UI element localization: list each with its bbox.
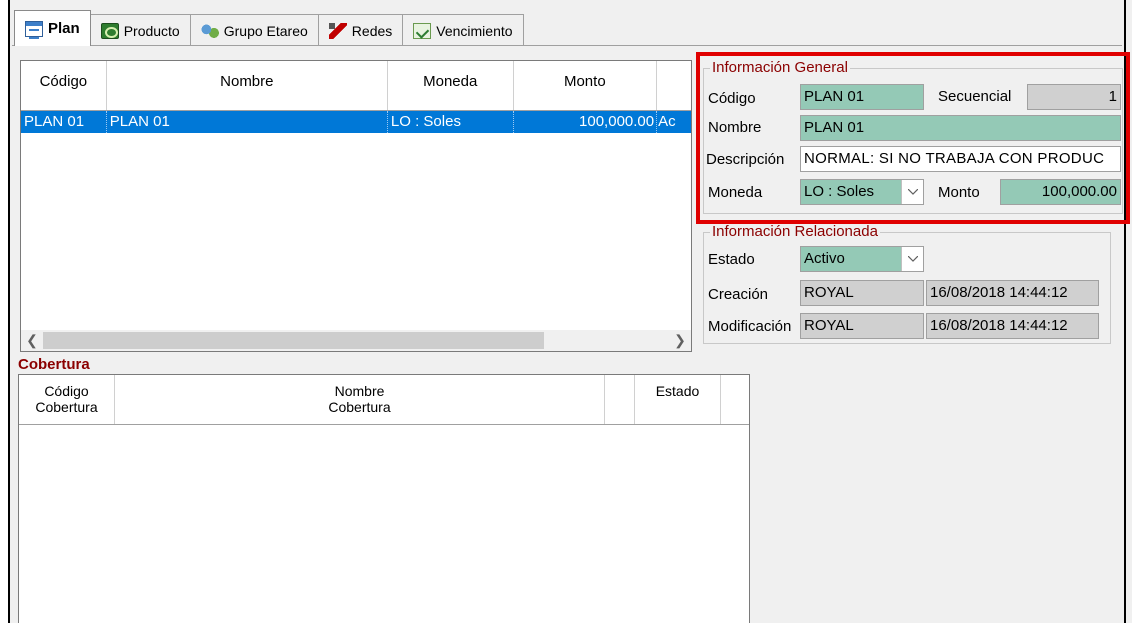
creacion-date-field: 16/08/2018 14:44:12 bbox=[926, 280, 1099, 306]
tab-producto-label: Producto bbox=[123, 22, 180, 39]
column-header-codigo-line2: Cobertura bbox=[35, 399, 98, 415]
column-header-estado[interactable]: Estado bbox=[635, 375, 721, 424]
estado-dropdown-icon[interactable] bbox=[901, 247, 923, 271]
column-header-moneda[interactable]: Moneda bbox=[388, 61, 514, 110]
cobertura-grid[interactable]: Código Cobertura Nombre Cobertura Estado bbox=[18, 374, 750, 623]
column-header-monto[interactable]: Monto bbox=[514, 61, 658, 110]
creacion-label: Creación bbox=[708, 286, 769, 303]
cell-moneda: LO : Soles bbox=[388, 111, 514, 133]
cell-codigo: PLAN 01 bbox=[21, 111, 107, 133]
product-icon bbox=[100, 22, 119, 39]
tab-grupo-etareo[interactable]: Grupo Etareo bbox=[189, 14, 319, 46]
cobertura-title: Cobertura bbox=[18, 356, 90, 373]
tab-vencimiento[interactable]: Vencimiento bbox=[402, 14, 524, 46]
modificacion-user-field: ROYAL bbox=[800, 313, 924, 339]
tab-producto[interactable]: Producto bbox=[89, 14, 191, 46]
network-icon bbox=[328, 22, 347, 39]
cell-nombre: PLAN 01 bbox=[107, 111, 388, 133]
cell-monto: 100,000.00 bbox=[514, 111, 658, 133]
table-row[interactable]: PLAN 01 PLAN 01 LO : Soles 100,000.00 Ac bbox=[21, 111, 691, 133]
tab-strip: Plan Producto Grupo Etareo Redes Vencimi… bbox=[14, 10, 524, 46]
cobertura-grid-header: Código Cobertura Nombre Cobertura Estado bbox=[19, 375, 749, 425]
column-header-nombre[interactable]: Nombre bbox=[107, 61, 388, 110]
info-relacionada-legend: Información Relacionada bbox=[710, 223, 880, 240]
column-header-codigo[interactable]: Código bbox=[21, 61, 107, 110]
plan-icon bbox=[25, 20, 43, 39]
scroll-right-icon[interactable]: ❯ bbox=[669, 332, 691, 349]
tab-vencimiento-label: Vencimiento bbox=[436, 22, 513, 39]
estado-select-value: Activo bbox=[804, 250, 845, 267]
tab-plan-label: Plan bbox=[48, 20, 80, 37]
column-header-nombre-line2: Cobertura bbox=[328, 399, 391, 415]
scrollbar-thumb[interactable] bbox=[43, 332, 544, 349]
column-header-extra[interactable] bbox=[657, 61, 691, 110]
tab-grupo-etareo-label: Grupo Etareo bbox=[223, 22, 308, 39]
highlight-box bbox=[696, 52, 1130, 224]
cell-extra: Ac bbox=[658, 113, 676, 130]
tab-redes-label: Redes bbox=[351, 22, 393, 39]
estado-label: Estado bbox=[708, 251, 755, 268]
column-header-estado-line1: Estado bbox=[655, 383, 700, 399]
column-header-nombre-line1: Nombre bbox=[334, 383, 385, 399]
plan-grid-header: Código Nombre Moneda Monto bbox=[21, 61, 691, 111]
expiration-icon bbox=[413, 22, 432, 39]
horizontal-scrollbar[interactable]: ❮ ❯ bbox=[21, 330, 691, 351]
plan-grid[interactable]: Código Nombre Moneda Monto PLAN 01 PLAN … bbox=[20, 60, 692, 352]
column-header-codigo-cobertura[interactable]: Código Cobertura bbox=[19, 375, 115, 424]
estado-select[interactable]: Activo bbox=[800, 246, 924, 272]
column-header-blank[interactable] bbox=[605, 375, 635, 424]
modificacion-label: Modificación bbox=[708, 318, 792, 335]
tab-redes[interactable]: Redes bbox=[317, 14, 404, 46]
column-header-nombre-cobertura[interactable]: Nombre Cobertura bbox=[115, 375, 605, 424]
group-icon bbox=[200, 22, 219, 39]
scroll-left-icon[interactable]: ❮ bbox=[21, 332, 43, 349]
column-header-codigo-line1: Código bbox=[44, 383, 89, 399]
modificacion-date-field: 16/08/2018 14:44:12 bbox=[926, 313, 1099, 339]
creacion-user-field: ROYAL bbox=[800, 280, 924, 306]
tab-plan[interactable]: Plan bbox=[14, 10, 91, 46]
